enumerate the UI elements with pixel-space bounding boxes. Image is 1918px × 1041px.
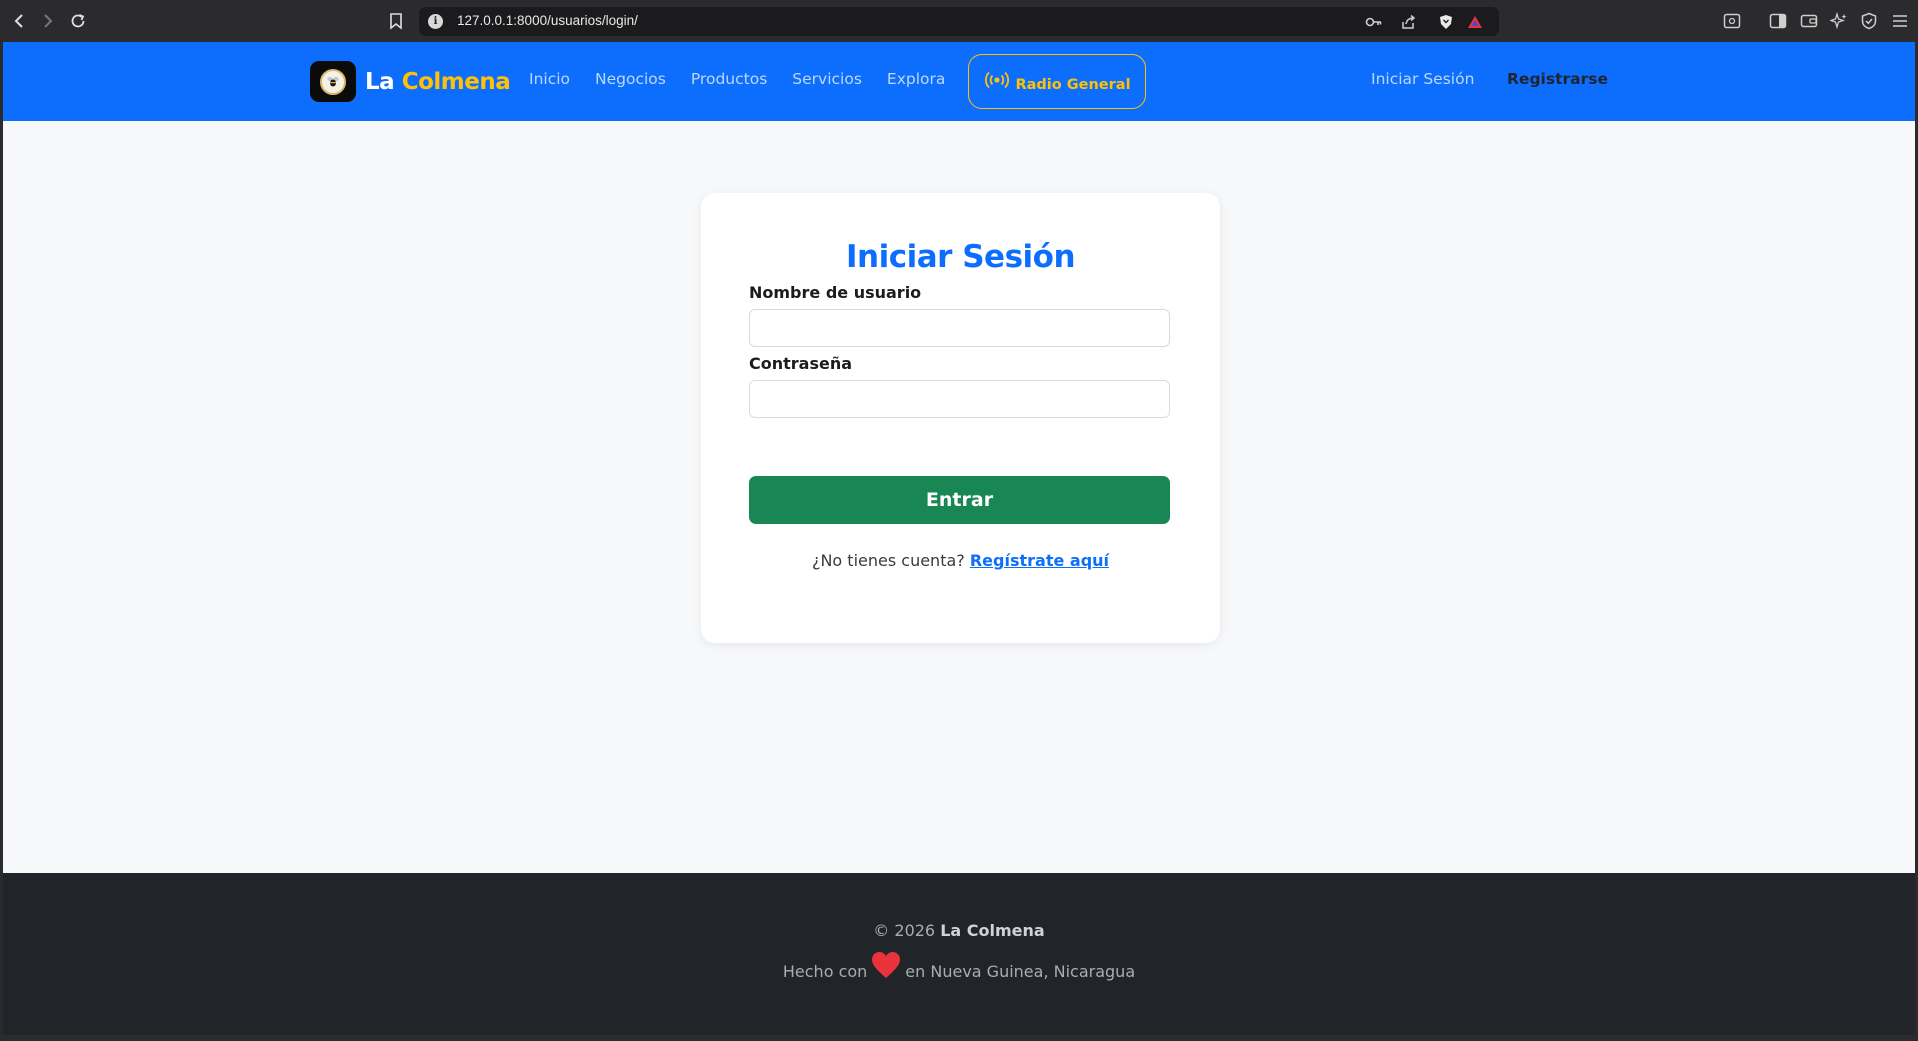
made-with-text: Hecho con <box>782 962 868 981</box>
key-icon[interactable] <box>1365 13 1383 31</box>
bee-logo-icon <box>310 61 356 102</box>
footer-brand: La Colmena <box>940 921 1045 940</box>
address-bar[interactable]: i 127.0.0.1:8000/usuarios/login/ <box>419 7 1499 36</box>
nav-register-link[interactable]: Registrarse <box>1507 70 1608 88</box>
heart-icon <box>871 951 901 979</box>
login-card: Iniciar Sesión Nombre de usuario Contras… <box>701 193 1220 643</box>
brand-link[interactable]: La Colmena <box>310 61 511 102</box>
bookmark-icon[interactable] <box>384 8 408 34</box>
signup-prompt-text: ¿No tienes cuenta? <box>811 551 965 570</box>
page-title: Iniciar Sesión <box>845 239 1076 275</box>
vpn-icon[interactable] <box>1859 11 1879 31</box>
brand-name[interactable]: La Colmena <box>365 68 511 95</box>
username-input[interactable] <box>749 309 1170 347</box>
signup-prompt-line: ¿No tienes cuenta? Regístrate aquí <box>701 551 1220 570</box>
brave-shield-icon[interactable] <box>1437 13 1455 31</box>
copyright-text: © 2026 <box>873 921 936 940</box>
nav-link-explora[interactable]: Explora <box>887 70 945 88</box>
forward-arrow-icon[interactable] <box>36 8 60 34</box>
password-label: Contraseña <box>749 354 853 373</box>
brand-second: Colmena <box>401 68 511 95</box>
footer: © 2026 La Colmena Hecho con en Nueva Gui… <box>3 873 1915 1035</box>
brave-rewards-icon[interactable] <box>1466 13 1484 31</box>
leo-ai-icon[interactable] <box>1829 11 1849 31</box>
username-label: Nombre de usuario <box>749 283 922 302</box>
location-text: en Nueva Guinea, Nicaragua <box>905 962 1136 981</box>
menu-icon[interactable] <box>1890 11 1910 31</box>
info-icon[interactable]: i <box>428 14 443 29</box>
nav-link-inicio[interactable]: Inicio <box>529 70 570 88</box>
footer-copyright: © 2026 La Colmena <box>3 921 1915 940</box>
radio-general-button[interactable]: Radio General <box>968 54 1146 109</box>
broadcast-icon <box>983 70 1011 94</box>
wallet-icon[interactable] <box>1799 11 1819 31</box>
browser-toolbar: i 127.0.0.1:8000/usuarios/login/ <box>0 0 1918 42</box>
sidebar-icon[interactable] <box>1768 11 1788 31</box>
password-input[interactable] <box>749 380 1170 418</box>
back-arrow-icon[interactable] <box>7 8 31 34</box>
page-viewport: La Colmena Inicio Negocios Productos Ser… <box>3 42 1915 1035</box>
share-icon[interactable] <box>1399 13 1417 31</box>
radio-general-label: Radio General <box>1015 76 1131 93</box>
nav-link-productos[interactable]: Productos <box>691 70 767 88</box>
login-submit-button[interactable]: Entrar <box>749 476 1170 524</box>
nav-link-negocios[interactable]: Negocios <box>595 70 666 88</box>
url-text[interactable]: 127.0.0.1:8000/usuarios/login/ <box>457 13 638 28</box>
navbar: La Colmena Inicio Negocios Productos Ser… <box>3 42 1915 121</box>
nav-login-link[interactable]: Iniciar Sesión <box>1371 70 1474 88</box>
reload-icon[interactable] <box>66 8 90 34</box>
footer-made-with: Hecho con en Nueva Guinea, Nicaragua <box>3 951 1915 981</box>
brand-first: La <box>365 68 395 95</box>
signup-link[interactable]: Regístrate aquí <box>970 551 1109 570</box>
reader-mode-icon[interactable] <box>1722 11 1742 31</box>
nav-link-servicios[interactable]: Servicios <box>792 70 862 88</box>
nav-links: Inicio Negocios Productos Servicios Expl… <box>529 70 970 88</box>
